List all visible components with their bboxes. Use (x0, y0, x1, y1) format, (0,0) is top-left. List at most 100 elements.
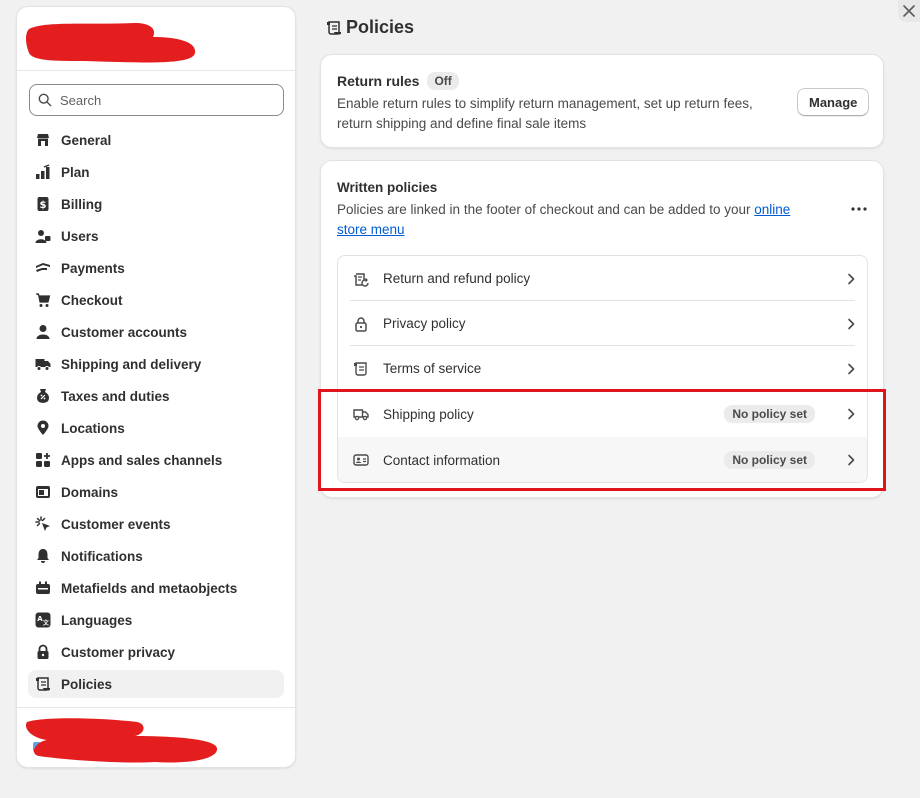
policy-icon (35, 676, 51, 692)
user-footer[interactable] (17, 707, 295, 767)
policy-list: Return and refund policy Privacy policy … (337, 255, 868, 483)
sidebar-item-label: Shipping and delivery (61, 356, 202, 372)
chevron-right-icon (843, 271, 859, 287)
sidebar-item-payments[interactable]: Payments (28, 254, 284, 282)
svg-text:$: $ (40, 200, 47, 211)
search-icon (38, 93, 52, 107)
sidebar-item-label: Policies (61, 676, 113, 692)
settings-nav: General Plan $ Billing Users Payments Ch… (28, 126, 284, 702)
sidebar-item-label: Customer privacy (61, 644, 176, 660)
written-policies-description: Policies are linked in the footer of che… (337, 200, 817, 240)
return-rules-description: Enable return rules to simplify return m… (337, 96, 753, 131)
truck-icon (353, 406, 369, 422)
apps-icon (35, 452, 51, 468)
policy-label: Return and refund policy (383, 271, 531, 286)
sidebar-item-domains[interactable]: Domains (28, 478, 284, 506)
sidebar-item-label: Billing (61, 196, 103, 212)
chevron-right-icon (843, 452, 859, 468)
settings-sidebar: General Plan $ Billing Users Payments Ch… (16, 6, 296, 768)
svg-text:文: 文 (42, 619, 50, 627)
users-icon (35, 228, 51, 244)
status-badge: No policy set (724, 405, 815, 423)
taxes-icon (35, 388, 51, 404)
sidebar-item-customer-events[interactable]: Customer events (28, 510, 284, 538)
written-policies-title: Written policies (337, 180, 438, 195)
redaction-mark (25, 718, 218, 763)
return-rules-title: Return rules (337, 73, 420, 89)
sidebar-item-label: Notifications (61, 548, 143, 564)
truck-icon (35, 356, 51, 372)
page-title: Policies (326, 17, 414, 38)
policy-row-privacy[interactable]: Privacy policy (338, 301, 867, 346)
sidebar-item-label: Customer events (61, 516, 171, 532)
sidebar-item-checkout[interactable]: Checkout (28, 286, 284, 314)
page-title-text: Policies (346, 17, 415, 37)
policy-row-shipping[interactable]: Shipping policy No policy set (338, 391, 867, 437)
store-header (17, 7, 295, 71)
sidebar-item-policies[interactable]: Policies (28, 670, 284, 698)
plan-icon (35, 164, 51, 180)
person-icon (35, 324, 51, 340)
sidebar-item-customer-privacy[interactable]: Customer privacy (28, 638, 284, 666)
lock-icon (353, 316, 369, 332)
policy-label: Terms of service (383, 361, 482, 376)
close-icon (903, 5, 915, 17)
chevron-right-icon (843, 406, 859, 422)
return-rules-heading: Return rules Off (337, 72, 459, 90)
policy-row-return-refund[interactable]: Return and refund policy (338, 256, 867, 301)
sidebar-item-label: Payments (61, 260, 125, 276)
sidebar-item-label: Languages (61, 612, 133, 628)
sidebar-item-general[interactable]: General (28, 126, 284, 154)
lock-icon (35, 644, 51, 660)
policy-row-terms[interactable]: Terms of service (338, 346, 867, 391)
sidebar-item-billing[interactable]: $ Billing (28, 190, 284, 218)
sidebar-item-label: Checkout (61, 292, 123, 308)
policy-row-contact[interactable]: Contact information No policy set (338, 437, 867, 482)
sidebar-item-customer-accounts[interactable]: Customer accounts (28, 318, 284, 346)
sidebar-item-apps[interactable]: Apps and sales channels (28, 446, 284, 474)
scroll-icon (353, 361, 369, 377)
sidebar-item-locations[interactable]: Locations (28, 414, 284, 442)
return-icon (353, 271, 369, 287)
sidebar-item-label: Locations (61, 420, 125, 436)
sidebar-item-shipping[interactable]: Shipping and delivery (28, 350, 284, 378)
chevron-right-icon (843, 361, 859, 377)
search-input[interactable] (60, 92, 260, 108)
language-icon: A文 (35, 612, 51, 628)
sidebar-item-metafields[interactable]: Metafields and metaobjects (28, 574, 284, 602)
payments-icon (35, 260, 51, 276)
sidebar-item-label: General (61, 132, 112, 148)
return-rules-card: Return rules Off Enable return rules to … (320, 54, 884, 148)
sidebar-item-label: Plan (61, 164, 90, 180)
sidebar-item-languages[interactable]: A文 Languages (28, 606, 284, 634)
policy-label: Contact information (383, 452, 501, 468)
sidebar-item-label: Users (61, 228, 99, 244)
cart-icon (35, 292, 51, 308)
billing-icon: $ (35, 196, 51, 212)
search-field[interactable] (29, 84, 284, 116)
more-actions-button[interactable] (847, 197, 871, 221)
domains-icon (35, 484, 51, 500)
status-badge: No policy set (724, 451, 815, 469)
sidebar-item-taxes[interactable]: Taxes and duties (28, 382, 284, 410)
events-icon (35, 516, 51, 532)
ellipsis-icon (851, 207, 867, 211)
sidebar-item-plan[interactable]: Plan (28, 158, 284, 186)
chevron-right-icon (843, 316, 859, 332)
sidebar-item-label: Customer accounts (61, 324, 188, 340)
metafields-icon (35, 580, 51, 596)
sidebar-item-label: Metafields and metaobjects (61, 580, 238, 596)
contact-card-icon (353, 452, 369, 468)
description-text: Policies are linked in the footer of che… (337, 202, 755, 217)
sidebar-item-users[interactable]: Users (28, 222, 284, 250)
sidebar-item-label: Apps and sales channels (61, 452, 223, 468)
policy-label: Privacy policy (383, 316, 466, 331)
sidebar-item-notifications[interactable]: Notifications (28, 542, 284, 570)
store-icon (35, 132, 51, 148)
policy-icon (327, 20, 341, 35)
manage-button[interactable]: Manage (797, 88, 870, 116)
status-badge: Off (427, 72, 459, 90)
policy-label: Shipping policy (383, 406, 474, 422)
sidebar-item-label: Domains (61, 484, 119, 500)
close-button[interactable] (898, 0, 920, 22)
